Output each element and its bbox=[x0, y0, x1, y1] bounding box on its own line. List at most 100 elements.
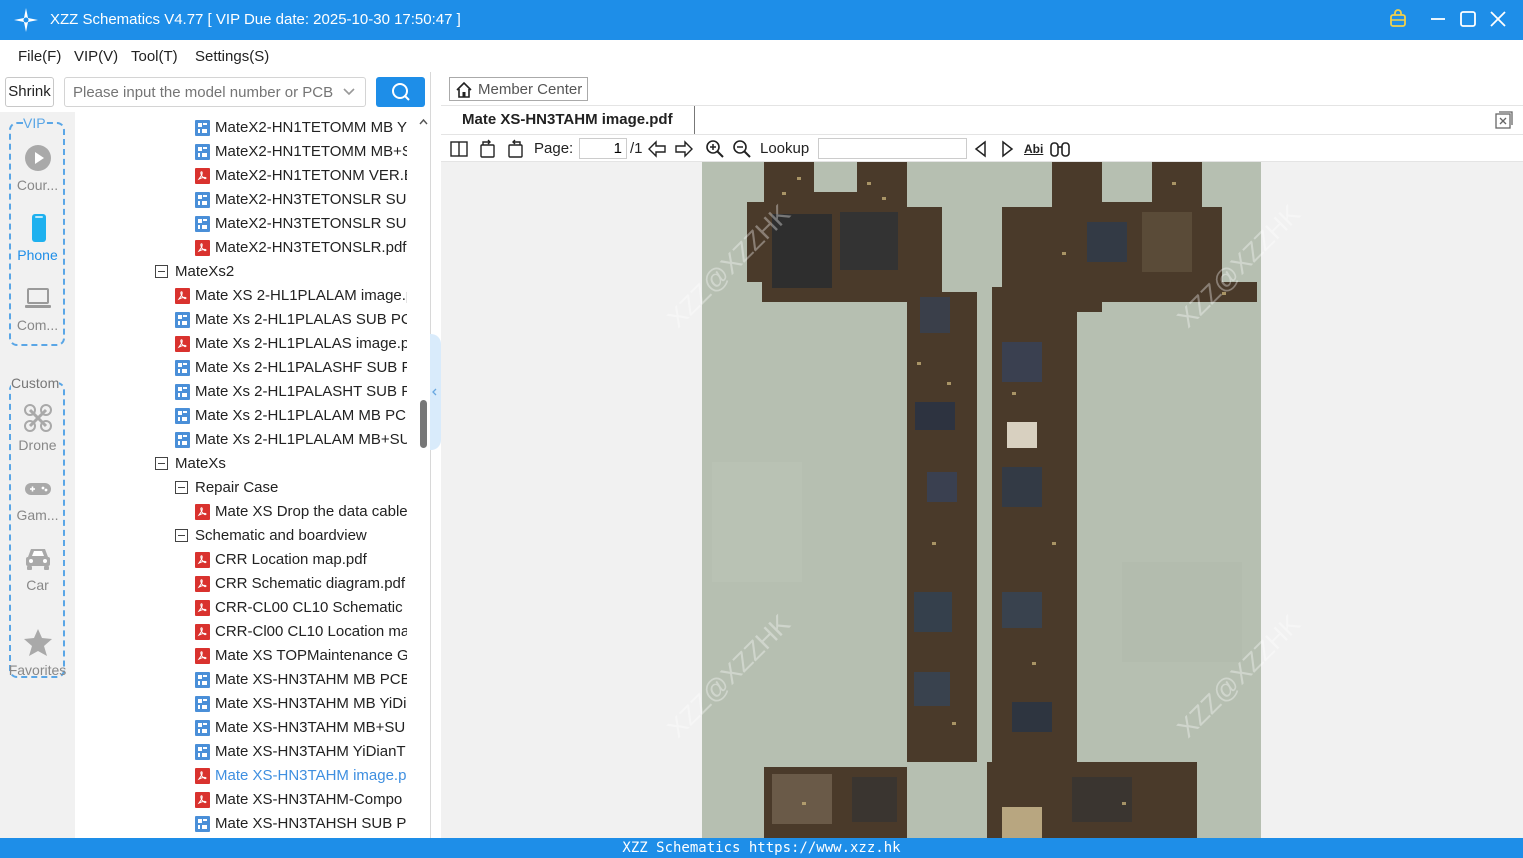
status-bar: XZZ Schematics https://www.xzz.hk bbox=[0, 838, 1523, 858]
collapse-toggle-icon[interactable] bbox=[155, 457, 168, 470]
tree-file[interactable]: Mate Xs 2-HL1PLALAM MB PCB bbox=[175, 404, 407, 428]
tree-item-label: Mate XS 2-HL1PLALAM image.p bbox=[195, 287, 407, 304]
find-next-icon[interactable] bbox=[998, 139, 1016, 159]
shrink-button[interactable]: Shrink bbox=[5, 77, 54, 107]
tree-file[interactable]: Mate XS-HN3TAHM YiDianT bbox=[195, 740, 407, 764]
search-input[interactable] bbox=[73, 82, 333, 102]
tree-file[interactable]: MateX2-HN3TETONSLR SUB bbox=[195, 188, 407, 212]
home-icon bbox=[456, 81, 472, 98]
page-number-input[interactable] bbox=[579, 138, 627, 159]
tree-file[interactable]: Mate XS TOPMaintenance G bbox=[195, 644, 407, 668]
maximize-icon[interactable] bbox=[1457, 8, 1479, 30]
tree-file[interactable]: Mate Xs 2-HL1PALASHT SUB PC bbox=[175, 380, 407, 404]
tree-scrollbar[interactable] bbox=[416, 112, 430, 838]
tree-file[interactable]: CRR-Cl00 CL10 Location map bbox=[195, 620, 407, 644]
collapse-toggle-icon[interactable] bbox=[155, 265, 168, 278]
find-previous-icon[interactable] bbox=[972, 139, 990, 159]
tree-file[interactable]: Mate XS-HN3TAHM MB YiDi bbox=[195, 692, 407, 716]
tree-folder[interactable]: MateXs bbox=[155, 452, 407, 476]
tree-file[interactable]: CRR Location map.pdf bbox=[195, 548, 407, 572]
vip-bag-icon[interactable] bbox=[1387, 8, 1409, 30]
search-button[interactable] bbox=[376, 77, 425, 107]
collapse-toggle-icon[interactable] bbox=[175, 481, 188, 494]
tree-file[interactable]: MateX2-HN3TETONSLR SUB bbox=[195, 212, 407, 236]
tree-file[interactable]: Mate Xs 2-HL1PLALAS SUB PCB I bbox=[175, 308, 407, 332]
document-pane: Member Center Mate XS-HN3TAHM image.pdf bbox=[441, 72, 1523, 838]
lookup-input[interactable] bbox=[818, 138, 967, 159]
close-icon[interactable] bbox=[1487, 8, 1509, 30]
board-file-icon bbox=[195, 696, 210, 712]
tree-folder[interactable]: MateXs2 bbox=[155, 260, 407, 284]
pdf-file-icon bbox=[195, 792, 210, 808]
tree-item-label: Mate XS-HN3TAHM image.p bbox=[215, 767, 407, 784]
sidebar-item-drone[interactable]: Drone bbox=[0, 403, 75, 453]
sidebar-item-label: Gam... bbox=[16, 507, 59, 523]
tree-file[interactable]: Mate Xs 2-HL1PALASHF SUB PC bbox=[175, 356, 407, 380]
file-tree: MateX2-HN1TETOMM MB Y MateX2-HN1TETOMM MB… bbox=[75, 112, 415, 838]
tree-item-label: Mate XS-HN3TAHM YiDianT bbox=[215, 743, 406, 760]
tree-file[interactable]: MateX2-HN1TETOMM MB Y bbox=[195, 116, 407, 140]
car-icon bbox=[25, 549, 50, 570]
chevron-down-icon[interactable] bbox=[342, 87, 356, 97]
sidebar-item-favorites[interactable]: Favorites bbox=[0, 628, 75, 678]
tree-item-label: Mate XS Drop the data cable bbox=[215, 503, 407, 520]
collapse-panel-handle[interactable] bbox=[430, 334, 441, 450]
two-page-view-icon[interactable] bbox=[449, 139, 469, 159]
rotate-right-icon[interactable] bbox=[505, 139, 525, 159]
zoom-in-icon[interactable] bbox=[705, 139, 725, 159]
pdf-file-icon bbox=[195, 768, 210, 784]
scroll-up-icon[interactable] bbox=[419, 118, 428, 125]
previous-page-icon[interactable] bbox=[647, 139, 667, 159]
pdf-file-icon bbox=[195, 504, 210, 520]
sidebar-item-label: Car bbox=[26, 577, 49, 593]
tree-file[interactable]: MateX2-HN1TETONM VER.E. bbox=[195, 164, 407, 188]
board-file-icon bbox=[195, 720, 210, 736]
tree-file[interactable]: CRR Schematic diagram.pdf bbox=[195, 572, 407, 596]
minimize-icon[interactable] bbox=[1427, 8, 1449, 30]
sidebar-item-phone[interactable]: Phone bbox=[0, 213, 75, 263]
laptop-icon bbox=[24, 288, 51, 308]
sidebar-item-label: Drone bbox=[18, 437, 57, 453]
model-search-box[interactable] bbox=[64, 77, 366, 107]
tree-folder[interactable]: Repair Case bbox=[175, 476, 407, 500]
tree-folder[interactable]: Schematic and boardview bbox=[175, 524, 407, 548]
collapse-toggle-icon[interactable] bbox=[175, 529, 188, 542]
tree-file[interactable]: Mate XS-HN3TAHM-Compo bbox=[195, 788, 407, 812]
pdf-file-icon bbox=[175, 336, 190, 352]
next-page-icon[interactable] bbox=[674, 139, 694, 159]
tree-file[interactable]: Mate XS-HN3TAHM image.p bbox=[195, 764, 407, 788]
tree-file[interactable]: Mate Xs 2-HL1PLALAM MB+SU bbox=[175, 428, 407, 452]
pdf-file-icon bbox=[195, 624, 210, 640]
close-tab-icon[interactable] bbox=[1495, 111, 1513, 129]
sidebar-item-car[interactable]: Car bbox=[0, 543, 75, 593]
play-icon bbox=[24, 145, 51, 171]
tree-file[interactable]: CRR-CL00 CL10 Schematic di bbox=[195, 596, 407, 620]
pcb-board-image bbox=[702, 162, 1261, 838]
tree-file[interactable]: Mate XS Drop the data cable bbox=[195, 500, 407, 524]
custom-group-label: Custom bbox=[11, 375, 60, 391]
match-case-button[interactable]: Abi bbox=[1024, 142, 1043, 156]
menu-file[interactable]: File(F) bbox=[18, 48, 61, 65]
tree-file[interactable]: MateX2-HN1TETOMM MB+S bbox=[195, 140, 407, 164]
zoom-out-icon[interactable] bbox=[732, 139, 752, 159]
menu-vip[interactable]: VIP(V) bbox=[74, 48, 118, 65]
tree-file[interactable]: Mate XS-HN3TAHSH SUB PC bbox=[195, 812, 407, 836]
tree-file[interactable]: Mate XS-HN3TAHM MB+SU bbox=[195, 716, 407, 740]
pdf-viewer[interactable]: XZZ@XZZHK XZZ@XZZHK XZZ@XZZHK XZZ@XZZHK bbox=[441, 162, 1523, 838]
scroll-thumb[interactable] bbox=[420, 400, 427, 448]
binoculars-icon[interactable] bbox=[1049, 139, 1071, 159]
sidebar-item-computer[interactable]: Com... bbox=[0, 283, 75, 333]
sidebar-item-game[interactable]: Gam... bbox=[0, 473, 75, 523]
tree-file[interactable]: Mate XS-HN3TAHM MB PCB bbox=[195, 668, 407, 692]
rotate-left-icon[interactable] bbox=[478, 139, 498, 159]
pdf-file-icon bbox=[175, 288, 190, 304]
tree-file[interactable]: Mate Xs 2-HL1PLALAS image.pdf bbox=[175, 332, 407, 356]
tree-item-label: Mate XS TOPMaintenance G bbox=[215, 647, 407, 664]
tree-file[interactable]: MateX2-HN3TETONSLR.pdf bbox=[195, 236, 407, 260]
sidebar-item-courses[interactable]: Cour... bbox=[0, 143, 75, 193]
menu-tool[interactable]: Tool(T) bbox=[131, 48, 178, 65]
member-center-button[interactable]: Member Center bbox=[449, 77, 588, 101]
tree-file[interactable]: Mate XS 2-HL1PLALAM image.p bbox=[175, 284, 407, 308]
menu-settings[interactable]: Settings(S) bbox=[195, 48, 269, 65]
tab-document[interactable]: Mate XS-HN3TAHM image.pdf bbox=[449, 106, 695, 134]
